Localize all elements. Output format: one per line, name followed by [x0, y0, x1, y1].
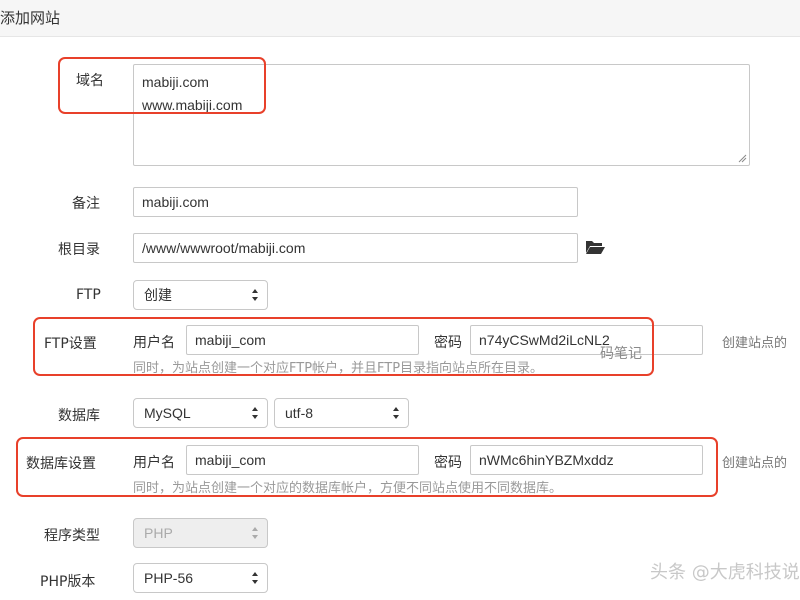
database-charset-value: utf-8: [285, 405, 314, 421]
resize-grip-icon[interactable]: [738, 154, 747, 163]
select-arrows-icon: [252, 407, 258, 419]
php-version-select[interactable]: PHP-56: [133, 563, 268, 593]
ftp-select-value: 创建: [144, 287, 172, 303]
root-dir-label: 根目录: [58, 242, 100, 258]
remark-input[interactable]: mabiji.com: [133, 187, 578, 217]
watermark-small: 码笔记: [600, 346, 642, 362]
domain-label: 域名: [76, 73, 104, 89]
database-type-select[interactable]: MySQL: [133, 398, 268, 428]
ftp-username-label: 用户名: [133, 335, 175, 351]
folder-open-icon[interactable]: [585, 239, 605, 255]
select-arrows-icon: [252, 527, 258, 539]
db-create-site-text: 创建站点的: [722, 456, 788, 471]
ftp-settings-label: FTP设置: [44, 336, 97, 352]
dialog-header: 添加网站: [0, 0, 800, 37]
php-version-value: PHP-56: [144, 570, 194, 586]
ftp-label: FTP: [76, 287, 101, 303]
db-hint: 同时，为站点创建一个对应的数据库帐户，方便不同站点使用不同数据库。: [133, 481, 563, 496]
remark-label: 备注: [72, 196, 100, 212]
program-type-value: PHP: [144, 525, 173, 541]
ftp-select[interactable]: 创建: [133, 280, 268, 310]
select-arrows-icon: [393, 407, 399, 419]
domain-textarea[interactable]: mabiji.com www.mabiji.com: [133, 64, 750, 166]
db-username-label: 用户名: [133, 455, 175, 471]
db-password-label: 密码: [434, 455, 462, 471]
database-type-value: MySQL: [144, 405, 191, 421]
select-arrows-icon: [252, 289, 258, 301]
ftp-create-site-text: 创建站点的: [722, 336, 788, 351]
root-dir-input[interactable]: /www/wwwroot/mabiji.com: [133, 233, 578, 263]
select-arrows-icon: [252, 572, 258, 584]
database-charset-select[interactable]: utf-8: [274, 398, 409, 428]
db-username-input[interactable]: mabiji_com: [186, 445, 419, 475]
domain-line-1: mabiji.com: [142, 74, 209, 90]
ftp-hint: 同时，为站点创建一个对应FTP帐户，并且FTP目录指向站点所在目录。: [133, 361, 544, 376]
ftp-password-input[interactable]: n74yCSwMd2iLcNL2: [470, 325, 703, 355]
program-type-label: 程序类型: [44, 528, 100, 544]
ftp-username-input[interactable]: mabiji_com: [186, 325, 419, 355]
program-type-select: PHP: [133, 518, 268, 548]
watermark-large: 头条 @大虎科技说: [650, 562, 800, 583]
domain-line-2: www.mabiji.com: [142, 97, 243, 113]
dialog-title: 添加网站: [0, 9, 61, 27]
php-version-label: PHP版本: [40, 574, 96, 590]
ftp-password-label: 密码: [434, 335, 462, 351]
db-settings-label: 数据库设置: [26, 456, 96, 472]
db-password-input[interactable]: nWMc6hinYBZMxddz: [470, 445, 703, 475]
database-label: 数据库: [58, 408, 100, 424]
